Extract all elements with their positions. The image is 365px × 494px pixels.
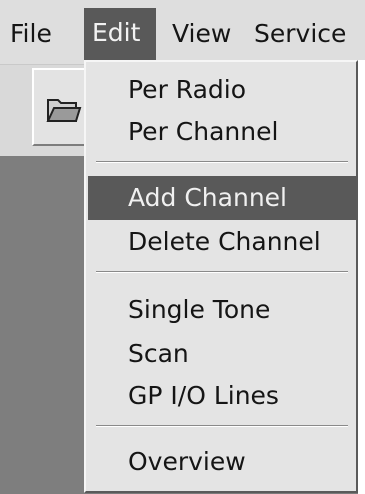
menu-service[interactable]: Service xyxy=(254,10,354,58)
menu-item-per-radio[interactable]: Per Radio xyxy=(88,68,356,112)
menu-bar: File Edit View Service xyxy=(0,0,365,65)
menu-item-delete-channel[interactable]: Delete Channel xyxy=(88,220,356,264)
edit-menu-dropdown: Per Radio Per Channel Add Channel Delete… xyxy=(84,60,358,493)
menu-item-scan[interactable]: Scan xyxy=(88,332,356,376)
menu-item-gp-io-lines[interactable]: GP I/O Lines xyxy=(88,374,356,418)
menu-item-single-tone[interactable]: Single Tone xyxy=(88,288,356,332)
workspace-background xyxy=(0,156,84,494)
menu-separator xyxy=(96,271,348,273)
open-folder-icon xyxy=(46,99,82,122)
menu-view[interactable]: View xyxy=(172,10,238,58)
menu-item-per-channel[interactable]: Per Channel xyxy=(88,110,356,154)
menu-file[interactable]: File xyxy=(10,10,64,58)
menu-separator xyxy=(96,161,348,163)
menu-item-add-channel[interactable]: Add Channel xyxy=(88,176,356,220)
menu-edit[interactable]: Edit xyxy=(84,8,156,60)
menu-item-overview[interactable]: Overview xyxy=(88,440,356,484)
menu-separator xyxy=(96,425,348,427)
open-button[interactable] xyxy=(32,68,92,146)
background-edge xyxy=(358,60,365,494)
